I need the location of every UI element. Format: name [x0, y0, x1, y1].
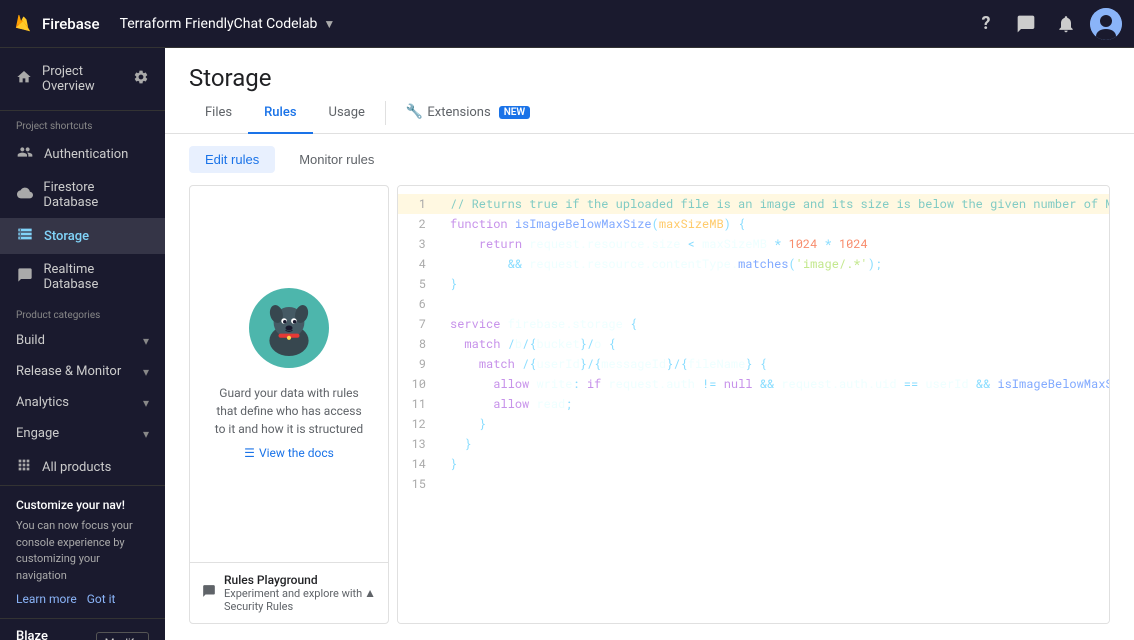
extensions-badge: NEW — [499, 106, 531, 119]
code-line-15: 15 — [398, 474, 1109, 494]
tab-files[interactable]: Files — [189, 93, 248, 134]
sidebar-project-section: Project Overview — [0, 48, 165, 111]
code-line-11: 11 allow read; — [398, 394, 1109, 414]
product-categories-label: Product categories — [0, 300, 165, 325]
shortcuts-label: Project shortcuts — [0, 111, 165, 136]
sidebar-category-build[interactable]: Build ▾ — [0, 325, 165, 356]
monitor-rules-button[interactable]: Monitor rules — [283, 146, 390, 173]
sidebar-item-firestore[interactable]: Firestore Database — [0, 172, 165, 218]
got-it-link[interactable]: Got it — [87, 592, 116, 606]
learn-more-link[interactable]: Learn more — [16, 592, 77, 606]
sidebar-plan: Blaze Pay as you go Modify — [0, 618, 165, 640]
code-line-9: 9 match /{userId}/{messageId}/{fileName}… — [398, 354, 1109, 374]
tab-divider — [385, 101, 386, 125]
modify-plan-button[interactable]: Modify — [96, 632, 149, 640]
sidebar-customize-links: Learn more Got it — [16, 592, 149, 606]
view-docs-link[interactable]: ☰ View the docs — [244, 446, 334, 460]
sidebar-customize: Customize your nav! You can now focus yo… — [0, 485, 165, 618]
project-selector[interactable]: Terraform FriendlyChat Codelab ▼ — [120, 16, 970, 32]
code-line-14: 14 } — [398, 454, 1109, 474]
code-line-5: 5 } — [398, 274, 1109, 294]
user-avatar[interactable] — [1090, 8, 1122, 40]
sidebar-project-overview[interactable]: Project Overview — [0, 56, 165, 102]
sidebar-item-storage-label: Storage — [44, 229, 89, 244]
rules-panel: Guard your data with rules that define w… — [165, 185, 1134, 640]
topbar-actions: ? — [970, 8, 1122, 40]
sidebar-item-realtime[interactable]: Realtime Database — [0, 254, 165, 300]
sidebar: Project Overview Project shortcuts Authe… — [0, 48, 165, 640]
playground-description: Guard your data with rules that define w… — [210, 384, 368, 438]
code-container: 1 // Returns true if the uploaded file i… — [398, 186, 1109, 502]
content-area: Storage Files Rules Usage 🔧 Extensions N… — [165, 48, 1134, 640]
sidebar-item-storage[interactable]: Storage — [0, 218, 165, 254]
build-chevron-icon: ▾ — [143, 334, 149, 348]
playground-footer-text: Rules Playground Experiment and explore … — [224, 573, 364, 613]
tabs-bar: Files Rules Usage 🔧 Extensions NEW — [165, 92, 1134, 134]
release-chevron-icon: ▾ — [143, 365, 149, 379]
storage-icon — [16, 226, 34, 246]
help-button[interactable]: ? — [970, 8, 1002, 40]
sidebar-category-analytics-label: Analytics — [16, 395, 69, 410]
content-header: Storage — [165, 48, 1134, 92]
code-line-10: 10 allow write: if request.auth != null … — [398, 374, 1109, 394]
playground-footer[interactable]: Rules Playground Experiment and explore … — [190, 562, 388, 623]
analytics-chevron-icon: ▾ — [143, 396, 149, 410]
sidebar-category-release[interactable]: Release & Monitor ▾ — [0, 356, 165, 387]
sidebar-item-realtime-label: Realtime Database — [43, 262, 149, 292]
tab-extensions[interactable]: 🔧 Extensions NEW — [390, 92, 546, 134]
sidebar-all-products[interactable]: All products — [0, 449, 165, 485]
rules-toolbar: Edit rules Monitor rules — [165, 134, 1134, 185]
playground-content: Guard your data with rules that define w… — [190, 186, 388, 562]
notifications-button[interactable] — [1050, 8, 1082, 40]
firestore-icon — [16, 185, 33, 205]
topbar: Firebase Terraform FriendlyChat Codelab … — [0, 0, 1134, 48]
playground-footer-left: Rules Playground Experiment and explore … — [202, 573, 364, 613]
playground-footer-icon — [202, 584, 216, 602]
firebase-logo: Firebase — [12, 12, 100, 36]
tab-usage[interactable]: Usage — [313, 93, 381, 134]
extensions-icon: 🔧 — [406, 104, 423, 120]
sidebar-item-firestore-label: Firestore Database — [43, 180, 149, 210]
sidebar-item-authentication-label: Authentication — [44, 147, 128, 162]
rules-playground: Guard your data with rules that define w… — [189, 185, 389, 624]
sidebar-category-build-label: Build — [16, 333, 45, 348]
tab-rules[interactable]: Rules — [248, 93, 312, 134]
sidebar-item-authentication[interactable]: Authentication — [0, 136, 165, 172]
code-line-12: 12 } — [398, 414, 1109, 434]
code-editor[interactable]: 1 // Returns true if the uploaded file i… — [397, 185, 1110, 624]
main-layout: Project Overview Project shortcuts Authe… — [0, 48, 1134, 640]
docs-icon: ☰ — [244, 446, 255, 460]
home-icon — [16, 69, 32, 89]
sidebar-category-engage[interactable]: Engage ▾ — [0, 418, 165, 449]
engage-chevron-icon: ▾ — [143, 427, 149, 441]
code-line-13: 13 } — [398, 434, 1109, 454]
code-line-7: 7 service firebase.storage { — [398, 314, 1109, 334]
authentication-icon — [16, 144, 34, 164]
page-title: Storage — [189, 64, 1110, 92]
realtime-icon — [16, 267, 33, 287]
code-line-6: 6 — [398, 294, 1109, 314]
sidebar-shortcuts: Project shortcuts Authentication Firesto… — [0, 111, 165, 300]
edit-rules-button[interactable]: Edit rules — [189, 146, 275, 173]
code-line-3: 3 return request.resource.size < maxSize… — [398, 234, 1109, 254]
playground-chevron-icon: ▲ — [364, 586, 376, 600]
plan-info: Blaze Pay as you go — [16, 629, 84, 640]
settings-icon[interactable] — [133, 69, 149, 89]
chat-button[interactable] — [1010, 8, 1042, 40]
sidebar-category-engage-label: Engage — [16, 426, 59, 441]
sidebar-category-release-label: Release & Monitor — [16, 364, 121, 379]
code-line-2: 2 function isImageBelowMaxSize(maxSizeMB… — [398, 214, 1109, 234]
sidebar-category-analytics[interactable]: Analytics ▾ — [0, 387, 165, 418]
playground-dog-avatar — [249, 288, 329, 368]
code-line-4: 4 && request.resource.contentType.matche… — [398, 254, 1109, 274]
grid-icon — [16, 457, 32, 477]
code-line-1: 1 // Returns true if the uploaded file i… — [398, 194, 1109, 214]
project-dropdown-icon: ▼ — [323, 17, 335, 31]
code-line-8: 8 match /b/{bucket}/o { — [398, 334, 1109, 354]
